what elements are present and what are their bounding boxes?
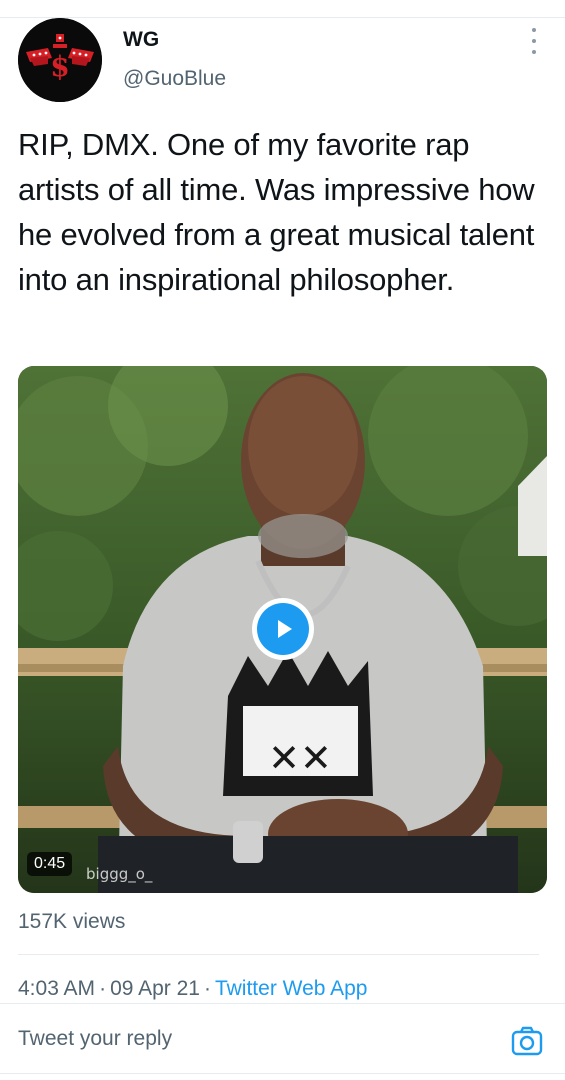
tweet-time: 4:03 AM (18, 977, 96, 1000)
tweet-source-link[interactable]: Twitter Web App (215, 977, 368, 1000)
more-vertical-icon[interactable] (522, 28, 546, 54)
author-handle[interactable]: @GuoBlue (123, 67, 226, 91)
meta-separator: · (203, 977, 211, 1000)
meta-separator: · (99, 977, 107, 1000)
play-button[interactable] (252, 598, 314, 660)
tweet-date: 09 Apr 21 (110, 977, 200, 1000)
top-divider (0, 17, 565, 18)
view-count: 157K views (18, 910, 126, 933)
svg-text:$: $ (50, 50, 69, 83)
play-icon (278, 620, 292, 638)
reply-input[interactable] (18, 1027, 488, 1051)
author-display-name[interactable]: WG (123, 28, 159, 52)
meta-divider (18, 954, 539, 955)
reply-divider (0, 1003, 565, 1004)
tweet-meta: 4:03 AM · 09 Apr 21 · Twitter Web App (18, 977, 368, 1001)
bottom-divider (0, 1073, 565, 1074)
video-duration: 0:45 (27, 852, 73, 876)
tweet-text: RIP, DMX. One of my favorite rap artists… (18, 127, 535, 297)
avatar[interactable]: $ (18, 18, 102, 102)
video-player[interactable]: ✕✕ 0:45 biggg_o_ (18, 366, 547, 893)
video-watermark: biggg_o_ (86, 865, 153, 883)
camera-icon[interactable] (510, 1024, 544, 1058)
winged-emblem-icon: $ (18, 18, 102, 102)
svg-text:✕✕: ✕✕ (268, 736, 332, 780)
